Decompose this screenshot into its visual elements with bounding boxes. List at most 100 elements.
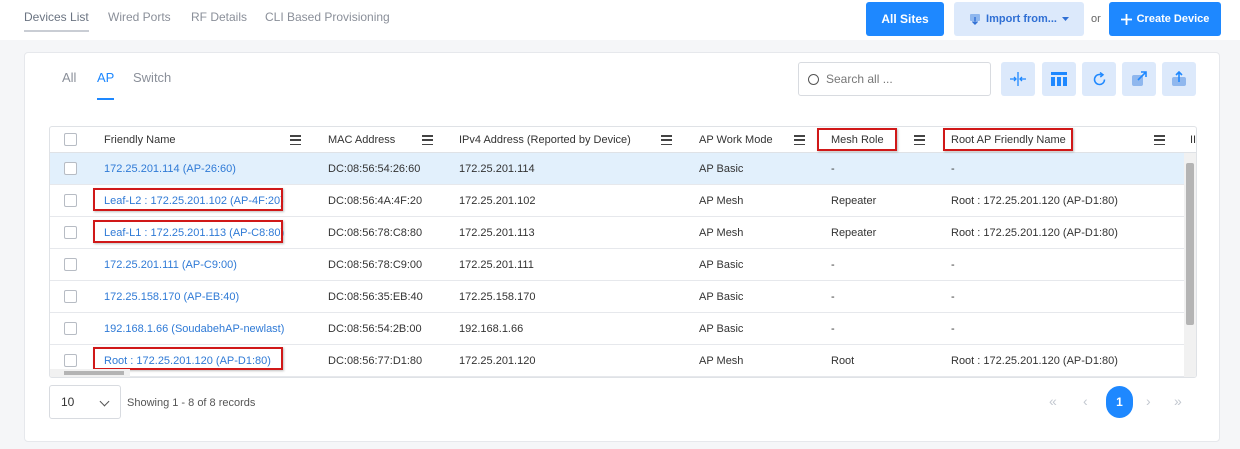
mesh-role-cell: - bbox=[831, 290, 835, 303]
mesh-role-cell: Repeater bbox=[831, 194, 877, 207]
page-1-button[interactable]: 1 bbox=[1106, 386, 1133, 418]
ipv4-cell: 172.25.201.113 bbox=[459, 226, 535, 239]
first-page-icon[interactable]: « bbox=[1049, 393, 1057, 409]
prev-page-icon[interactable]: ‹ bbox=[1083, 393, 1088, 409]
header-ipv4-address[interactable]: IPv4 Address (Reported by Device) bbox=[459, 127, 631, 153]
mac-address-cell: DC:08:56:54:26:60 bbox=[328, 162, 421, 175]
search-icon bbox=[808, 73, 819, 85]
page-size-select[interactable]: 10 bbox=[49, 385, 121, 419]
row-checkbox[interactable] bbox=[64, 290, 77, 303]
work-mode-cell: AP Basic bbox=[699, 322, 744, 335]
work-mode-cell: AP Basic bbox=[699, 290, 744, 303]
mesh-role-cell: Root bbox=[831, 354, 855, 367]
friendly-name-link[interactable]: 172.25.201.114 (AP-26:60) bbox=[104, 153, 236, 184]
root-ap-cell: - bbox=[951, 322, 955, 335]
collapse-columns-button[interactable] bbox=[1001, 62, 1035, 96]
tab-devices-list[interactable]: Devices List bbox=[24, 10, 89, 24]
root-ap-cell: Root : 172.25.201.120 (AP-D1:80) bbox=[951, 226, 1118, 239]
subtab-ap[interactable]: AP bbox=[97, 70, 114, 85]
export-upload-icon bbox=[1172, 71, 1186, 86]
download-icon bbox=[970, 14, 981, 25]
active-tab-indicator bbox=[24, 30, 89, 32]
create-device-button[interactable]: Create Device bbox=[1109, 2, 1221, 36]
active-subtab-indicator bbox=[97, 98, 114, 100]
or-label: or bbox=[1091, 13, 1101, 25]
ipv4-cell: 172.25.201.120 bbox=[459, 354, 536, 367]
column-menu-icon[interactable] bbox=[290, 135, 301, 145]
table-row[interactable]: 172.25.158.170 (AP-EB:40) DC:08:56:35:EB… bbox=[50, 281, 1186, 313]
header-mac-address[interactable]: MAC Address bbox=[328, 127, 395, 153]
page-size-value: 10 bbox=[61, 395, 75, 409]
friendly-name-link[interactable]: 172.25.158.170 (AP-EB:40) bbox=[104, 281, 239, 312]
row-checkbox[interactable] bbox=[64, 162, 77, 175]
next-page-icon[interactable]: › bbox=[1146, 393, 1151, 409]
mesh-role-cell: - bbox=[831, 258, 835, 271]
friendly-name-link[interactable]: 192.168.1.66 (SoudabehAP-newlast) bbox=[104, 313, 284, 344]
header-root-ap-friendly-name[interactable]: Root AP Friendly Name bbox=[951, 127, 1066, 153]
search-box[interactable] bbox=[798, 62, 991, 96]
column-layout-button[interactable] bbox=[1042, 62, 1076, 96]
work-mode-cell: AP Mesh bbox=[699, 354, 744, 367]
root-ap-cell: - bbox=[951, 290, 955, 303]
select-all-checkbox[interactable] bbox=[64, 133, 77, 146]
root-ap-cell: Root : 172.25.201.120 (AP-D1:80) bbox=[951, 354, 1118, 367]
table-row[interactable]: Leaf-L2 : 172.25.201.102 (AP-4F:20) DC:0… bbox=[50, 185, 1186, 217]
collapse-columns-icon bbox=[1010, 72, 1026, 86]
header-mesh-role[interactable]: Mesh Role bbox=[831, 127, 884, 153]
column-menu-icon[interactable] bbox=[661, 135, 672, 145]
header-friendly-name[interactable]: Friendly Name bbox=[104, 127, 176, 153]
mac-address-cell: DC:08:56:78:C9:00 bbox=[328, 258, 423, 271]
tab-rf-details[interactable]: RF Details bbox=[191, 10, 247, 24]
import-label: Import from... bbox=[986, 13, 1057, 25]
open-external-button[interactable] bbox=[1122, 62, 1156, 96]
table-row[interactable]: 192.168.1.66 (SoudabehAP-newlast) DC:08:… bbox=[50, 313, 1186, 345]
export-button[interactable] bbox=[1162, 62, 1196, 96]
work-mode-cell: AP Mesh bbox=[699, 226, 744, 239]
refresh-icon bbox=[1093, 71, 1105, 85]
column-menu-icon[interactable] bbox=[1154, 135, 1165, 145]
mac-address-cell: DC:08:56:35:EB:40 bbox=[328, 290, 423, 303]
row-checkbox[interactable] bbox=[64, 354, 77, 367]
ipv4-cell: 172.25.201.102 bbox=[459, 194, 536, 207]
mac-address-cell: DC:08:56:54:2B:00 bbox=[328, 322, 422, 335]
row-checkbox[interactable] bbox=[64, 194, 77, 207]
devices-card: All AP Switch Friendly Name MAC Address … bbox=[24, 52, 1220, 442]
subtab-all[interactable]: All bbox=[62, 70, 76, 85]
last-page-icon[interactable]: » bbox=[1174, 393, 1182, 409]
all-sites-button[interactable]: All Sites bbox=[866, 2, 944, 36]
root-ap-cell: - bbox=[951, 162, 955, 175]
table-header: Friendly Name MAC Address IPv4 Address (… bbox=[50, 127, 1196, 153]
tab-cli-based-provisioning[interactable]: CLI Based Provisioning bbox=[265, 10, 390, 24]
refresh-button[interactable] bbox=[1082, 62, 1116, 96]
chevron-down-icon bbox=[99, 396, 110, 407]
vertical-scrollbar[interactable] bbox=[1184, 153, 1196, 377]
friendly-name-link[interactable]: Leaf-L1 : 172.25.201.113 (AP-C8:80) bbox=[104, 217, 284, 248]
header-next-column[interactable]: II bbox=[1190, 127, 1196, 153]
table-row[interactable]: Root : 172.25.201.120 (AP-D1:80) DC:08:5… bbox=[50, 345, 1186, 377]
tab-wired-ports[interactable]: Wired Ports bbox=[108, 10, 171, 24]
row-checkbox[interactable] bbox=[64, 322, 77, 335]
column-menu-icon[interactable] bbox=[794, 135, 805, 145]
table-row[interactable]: Leaf-L1 : 172.25.201.113 (AP-C8:80) DC:0… bbox=[50, 217, 1186, 249]
scrollbar-thumb[interactable] bbox=[1186, 163, 1194, 325]
ipv4-cell: 172.25.201.114 bbox=[459, 162, 535, 175]
friendly-name-link[interactable]: 172.25.201.111 (AP-C9:00) bbox=[104, 249, 237, 280]
row-checkbox[interactable] bbox=[64, 226, 77, 239]
work-mode-cell: AP Basic bbox=[699, 258, 744, 271]
devices-table: Friendly Name MAC Address IPv4 Address (… bbox=[49, 126, 1197, 378]
subtab-switch[interactable]: Switch bbox=[133, 70, 171, 85]
table-row[interactable]: 172.25.201.114 (AP-26:60) DC:08:56:54:26… bbox=[50, 153, 1186, 185]
table-row[interactable]: 172.25.201.111 (AP-C9:00) DC:08:56:78:C9… bbox=[50, 249, 1186, 281]
search-input[interactable] bbox=[826, 72, 976, 86]
mac-address-cell: DC:08:56:78:C8:80 bbox=[328, 226, 423, 239]
column-menu-icon[interactable] bbox=[422, 135, 433, 145]
column-menu-icon[interactable] bbox=[914, 135, 925, 145]
import-from-button[interactable]: Import from... bbox=[954, 2, 1084, 36]
row-checkbox[interactable] bbox=[64, 258, 77, 271]
open-external-icon bbox=[1132, 71, 1147, 86]
scrollbar-thumb[interactable] bbox=[64, 371, 124, 375]
friendly-name-link[interactable]: Leaf-L2 : 172.25.201.102 (AP-4F:20) bbox=[104, 185, 284, 216]
header-ap-work-mode[interactable]: AP Work Mode bbox=[699, 127, 773, 153]
horizontal-scrollbar[interactable] bbox=[50, 369, 130, 377]
caret-down-icon bbox=[1061, 16, 1069, 21]
